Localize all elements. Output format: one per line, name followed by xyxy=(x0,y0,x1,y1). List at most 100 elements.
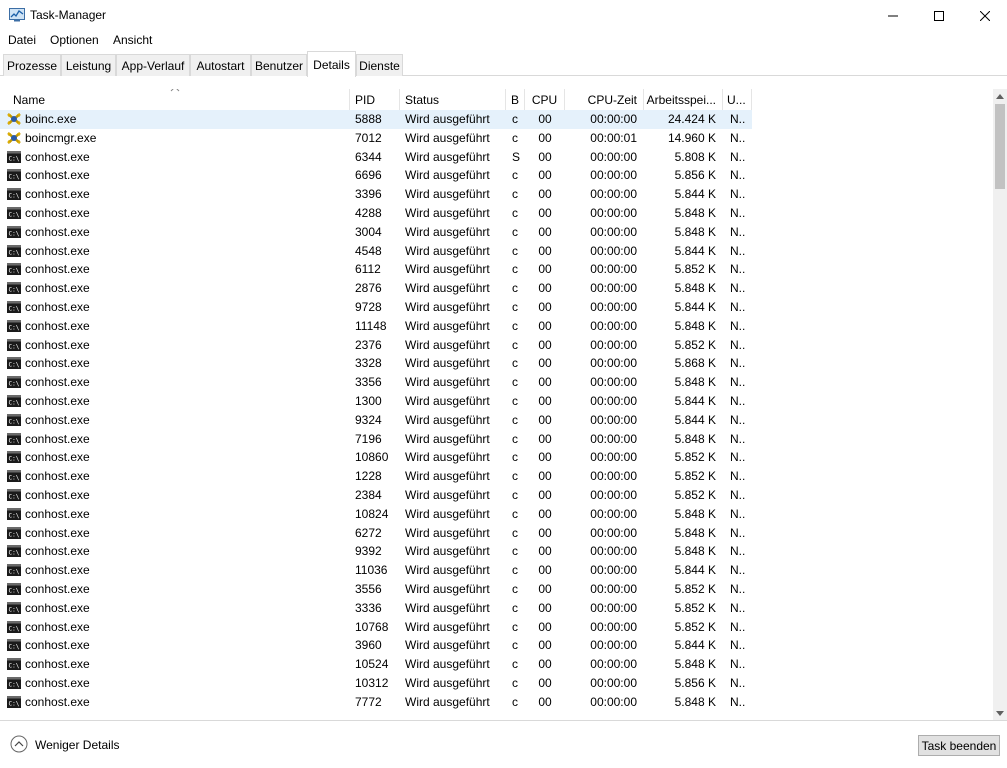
tab-app-verlauf[interactable]: App-Verlauf xyxy=(116,54,190,76)
window-title: Task-Manager xyxy=(30,8,107,22)
cell-mem: 5.852 K xyxy=(674,600,716,615)
cell-cpu: 00 xyxy=(538,657,552,672)
tab-leistung[interactable]: Leistung xyxy=(61,54,116,76)
cell-b: c xyxy=(512,393,518,408)
title-bar[interactable]: Task-Manager xyxy=(0,0,1007,31)
minimize-button[interactable] xyxy=(870,0,916,31)
table-row[interactable]: C:\ conhost.exe 2876 Wird ausgeführt c 00 00:0… xyxy=(0,279,993,298)
table-row[interactable]: C:\ conhost.exe 4548 Wird ausgeführt c 00 00:0… xyxy=(0,242,993,261)
table-row[interactable]: C:\ conhost.exe 3004 Wird ausgeführt c 00 00:0… xyxy=(0,223,993,242)
table-row[interactable]: C:\ conhost.exe 6344 Wird ausgeführt S 00 00:0… xyxy=(0,148,993,167)
svg-text:C:\: C:\ xyxy=(9,512,20,519)
console-icon: C:\ xyxy=(7,282,21,295)
scrollbar-thumb[interactable] xyxy=(995,104,1005,189)
cell-pid: 11148 xyxy=(355,318,387,333)
table-row[interactable]: C:\ conhost.exe 4288 Wird ausgeführt c 00 00:0… xyxy=(0,204,993,223)
end-task-button[interactable]: Task beenden xyxy=(918,735,1000,756)
column-header-status[interactable]: Status xyxy=(402,89,506,110)
menu-ansicht[interactable]: Ansicht xyxy=(113,33,152,47)
cell-cpu: 00 xyxy=(538,375,552,390)
cell-cputime: 00:00:00 xyxy=(590,243,637,258)
table-row[interactable]: boinc.exe 5888 Wird ausgeführt c 00 00:00:00 2… xyxy=(0,110,752,129)
menu-optionen[interactable]: Optionen xyxy=(50,33,99,47)
cell-cputime: 00:00:00 xyxy=(590,487,637,502)
cell-b: c xyxy=(512,356,518,371)
cell-status: Wird ausgeführt xyxy=(405,487,490,502)
fewer-details-link[interactable]: Weniger Details xyxy=(35,738,119,752)
cell-name: conhost.exe xyxy=(25,356,90,371)
cell-status: Wird ausgeführt xyxy=(405,600,490,615)
table-row[interactable]: C:\ conhost.exe 3356 Wird ausgeführt c 00 00:0… xyxy=(0,373,993,392)
tab-details[interactable]: Details xyxy=(307,51,356,77)
table-row[interactable]: C:\ conhost.exe 11036 Wird ausgeführt c 00 00:… xyxy=(0,561,993,580)
cell-pid: 6272 xyxy=(355,525,382,540)
column-header-cpu[interactable]: CPU xyxy=(525,89,565,110)
table-row[interactable]: C:\ conhost.exe 9324 Wird ausgeführt c 00 00:0… xyxy=(0,411,993,430)
column-header-user[interactable]: U... xyxy=(724,89,752,110)
column-header-cpu-zeit[interactable]: CPU-Zeit xyxy=(565,89,644,110)
tab-prozesse[interactable]: Prozesse xyxy=(3,54,61,76)
table-row[interactable]: C:\ conhost.exe 10524 Wird ausgeführt c 00 00:… xyxy=(0,655,993,674)
vertical-scrollbar[interactable] xyxy=(993,89,1007,720)
column-header-name[interactable]: Name xyxy=(10,89,350,110)
cell-name: conhost.exe xyxy=(25,299,90,314)
cell-status: Wird ausgeführt xyxy=(405,356,490,371)
table-row[interactable]: C:\ conhost.exe 10312 Wird ausgeführt c 00 00:… xyxy=(0,674,993,693)
cell-b: c xyxy=(512,337,518,352)
table-row[interactable]: C:\ conhost.exe 10824 Wird ausgeführt c 00 00:… xyxy=(0,505,993,524)
table-row[interactable]: C:\ conhost.exe 2376 Wird ausgeführt c 00 00:0… xyxy=(0,336,993,355)
console-icon: C:\ xyxy=(7,545,21,558)
table-row[interactable]: boincmgr.exe 7012 Wird ausgeführt c 00 00:00:… xyxy=(0,129,993,148)
cell-status: Wird ausgeführt xyxy=(405,581,490,596)
cell-status: Wird ausgeführt xyxy=(405,657,490,672)
table-row[interactable]: C:\ conhost.exe 11148 Wird ausgeführt c 00 00:… xyxy=(0,317,993,336)
cell-pid: 3328 xyxy=(355,356,382,371)
table-row[interactable]: C:\ conhost.exe 7772 Wird ausgeführt c 00 00:0… xyxy=(0,693,993,712)
cell-mem: 5.848 K xyxy=(674,375,716,390)
close-icon xyxy=(980,10,990,21)
table-row[interactable]: C:\ conhost.exe 3960 Wird ausgeführt c 00 00:0… xyxy=(0,636,993,655)
table-row[interactable]: C:\ conhost.exe 1300 Wird ausgeführt c 00 00:0… xyxy=(0,392,993,411)
table-row[interactable]: C:\ conhost.exe 10860 Wird ausgeführt c 00 00:… xyxy=(0,448,993,467)
table-row[interactable]: C:\ conhost.exe 3396 Wird ausgeführt c 00 00:0… xyxy=(0,185,993,204)
tab-dienste[interactable]: Dienste xyxy=(356,54,403,76)
svg-text:C:\: C:\ xyxy=(9,324,20,331)
cell-mem: 5.844 K xyxy=(674,187,716,202)
table-row[interactable]: C:\ conhost.exe 3556 Wird ausgeführt c 00 00:0… xyxy=(0,580,993,599)
cell-status: Wird ausgeführt xyxy=(405,224,490,239)
scroll-down-button[interactable] xyxy=(993,706,1007,720)
svg-text:C:\: C:\ xyxy=(9,569,20,576)
close-button[interactable] xyxy=(962,0,1007,31)
cell-b: c xyxy=(512,694,518,709)
table-row[interactable]: C:\ conhost.exe 6696 Wird ausgeführt c 00 00:0… xyxy=(0,166,993,185)
column-header-b[interactable]: B xyxy=(508,89,525,110)
tab-autostart[interactable]: Autostart xyxy=(190,54,251,76)
table-row[interactable]: C:\ conhost.exe 2384 Wird ausgeführt c 00 00:0… xyxy=(0,486,993,505)
column-header-pid[interactable]: PID xyxy=(352,89,400,110)
svg-text:C:\: C:\ xyxy=(9,437,20,444)
cell-name: conhost.exe xyxy=(25,149,90,164)
column-header-arbeitsspeicher[interactable]: Arbeitsspei... xyxy=(644,89,723,110)
tab-benutzer[interactable]: Benutzer xyxy=(251,54,307,76)
table-row[interactable]: C:\ conhost.exe 1228 Wird ausgeführt c 00 00:0… xyxy=(0,467,993,486)
cell-cpu: 00 xyxy=(538,412,552,427)
cell-name: conhost.exe xyxy=(25,469,90,484)
table-row[interactable]: C:\ conhost.exe 3328 Wird ausgeführt c 00 00:0… xyxy=(0,354,993,373)
table-row[interactable]: C:\ conhost.exe 6112 Wird ausgeführt c 00 00:0… xyxy=(0,260,993,279)
menu-datei[interactable]: Datei xyxy=(8,33,36,47)
cell-u: N.. xyxy=(730,130,746,145)
chevron-up-circle-icon[interactable] xyxy=(10,735,28,753)
table-row[interactable]: C:\ conhost.exe 9392 Wird ausgeführt c 00 00:0… xyxy=(0,542,993,561)
table-row[interactable]: C:\ conhost.exe 9728 Wird ausgeführt c 00 00:0… xyxy=(0,298,993,317)
cell-cpu: 00 xyxy=(538,318,552,333)
scroll-up-button[interactable] xyxy=(993,89,1007,103)
cell-mem: 5.868 K xyxy=(674,356,716,371)
table-row[interactable]: C:\ conhost.exe 3336 Wird ausgeführt c 00 00:0… xyxy=(0,599,993,618)
table-row[interactable]: C:\ conhost.exe 10768 Wird ausgeführt c 00 00:… xyxy=(0,618,993,637)
cell-pid: 7012 xyxy=(355,130,382,145)
table-row[interactable]: C:\ conhost.exe 6272 Wird ausgeführt c 00 00:0… xyxy=(0,524,993,543)
maximize-button[interactable] xyxy=(916,0,962,31)
cell-cpu: 00 xyxy=(538,224,552,239)
table-row[interactable]: C:\ conhost.exe 7196 Wird ausgeführt c 00 00:0… xyxy=(0,430,993,449)
svg-text:C:\: C:\ xyxy=(9,362,20,369)
